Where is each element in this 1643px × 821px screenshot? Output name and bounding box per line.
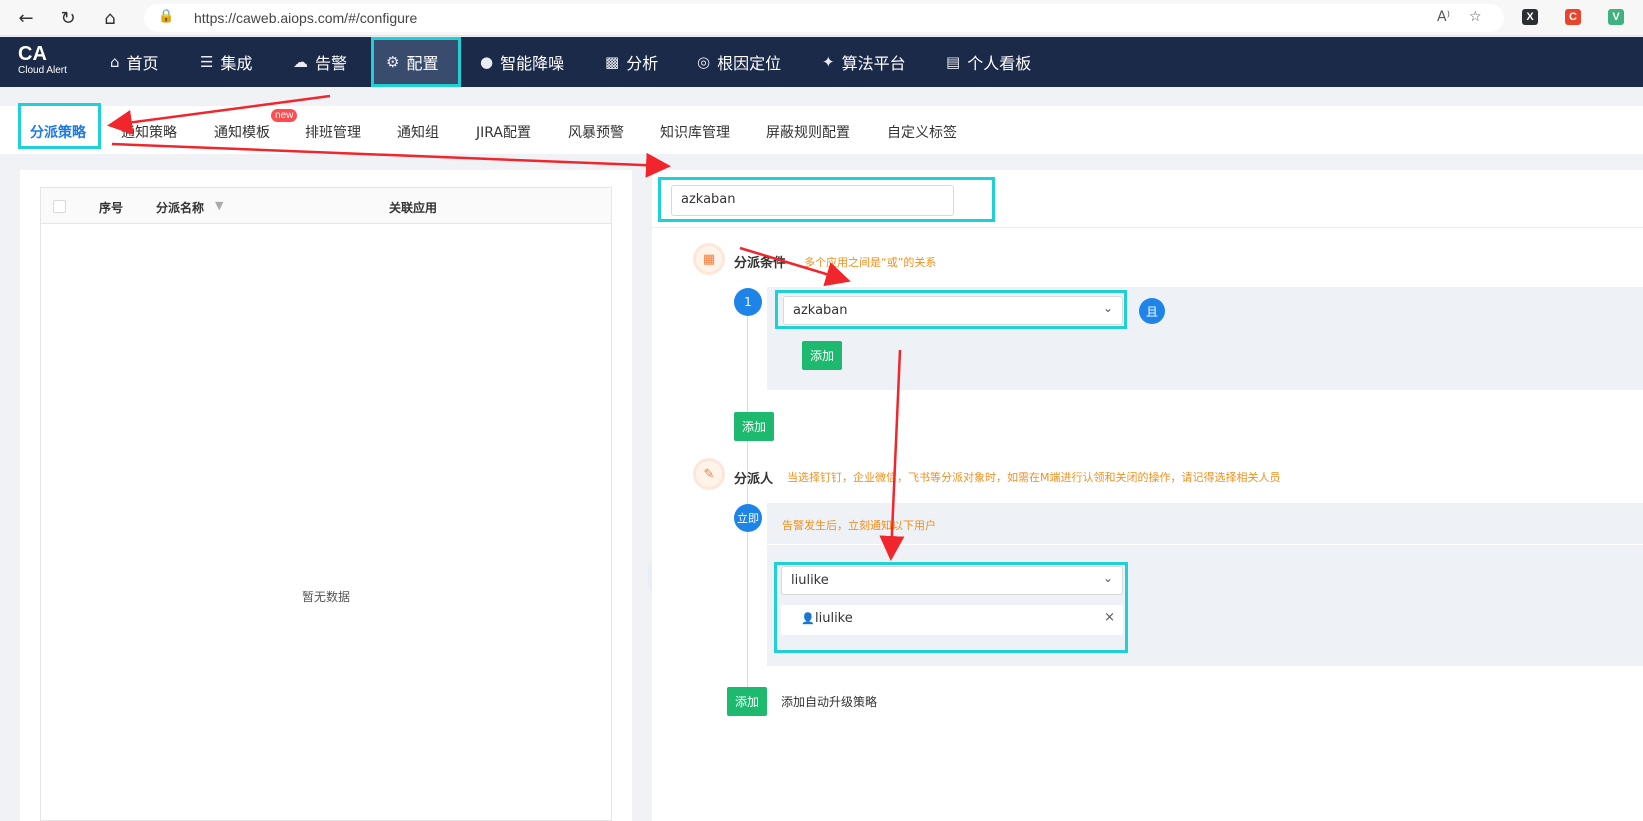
condition-title: 分派条件 [734, 256, 787, 271]
add-condition-button[interactable]: 添加 [734, 412, 774, 441]
nav-config[interactable]: ⚙ 配置 [371, 37, 461, 87]
nav-label: 配置 [406, 54, 439, 73]
nav-algorithm[interactable]: ✦ 算法平台 [822, 37, 906, 87]
tab-notify-group[interactable]: 通知组 [397, 122, 439, 142]
gear-icon: ⚙ [386, 53, 400, 71]
sub-tab-bar: 分派策略 通知策略 通知模板 排班管理 通知组 JIRA配置 风暴预警 知识库管… [0, 106, 1643, 154]
assignee-title: 分派人 [734, 472, 774, 487]
condition-hint: 多个应用之间是“或”的关系 [804, 256, 937, 269]
nav-label: 算法平台 [841, 54, 906, 73]
reload-icon[interactable]: ↻ [56, 6, 80, 30]
nav-analysis[interactable]: ▩ 分析 [605, 37, 658, 87]
assignee-section-icon: ✎ [696, 461, 722, 487]
empty-state: 暂无数据 [301, 590, 350, 604]
app-header: CA Cloud Alert ⌂ 首页 ☰ 集成 ☁ 告警 ⚙ 配置 ● 智能降噪 ▩ 分析… [0, 37, 1643, 87]
tab-notify-template[interactable]: 通知模板 [214, 122, 270, 142]
assignee-sub-hint: 告警发生后，立刻通知以下用户 [782, 519, 936, 532]
add-assignee-button[interactable]: 添加 [727, 687, 767, 716]
assignee-hint: 当选择钉钉，企业微信，飞书等分派对象时，如需在M端进行认领和关闭的操作，请记得选… [787, 471, 1281, 484]
layers-icon: ☰ [200, 53, 214, 71]
nav-label: 首页 [126, 54, 159, 73]
alarm-icon: ☁ [293, 53, 308, 71]
policy-table: 序号 分派名称 ▼ 关联应用 暂无数据 [40, 187, 612, 821]
tab-shield-rules[interactable]: 屏蔽规则配置 [766, 122, 850, 142]
nav-label: 集成 [220, 54, 253, 73]
nav-root-cause[interactable]: ◎ 根因定位 [697, 37, 781, 87]
table-header: 序号 分派名称 ▼ 关联应用 [41, 188, 611, 224]
nav-label: 根因定位 [717, 54, 782, 73]
nav-label: 智能降噪 [500, 54, 565, 73]
lock-icon: 🔒 [158, 9, 175, 24]
noise-reduction-icon: ● [480, 53, 494, 71]
highlight-box-name [658, 177, 995, 222]
condition-step-number: 1 [734, 288, 762, 316]
extension-vue-icon[interactable]: V [1608, 9, 1624, 25]
tab-custom-tags[interactable]: 自定义标签 [887, 122, 957, 142]
col-app: 关联应用 [389, 201, 438, 215]
url-text: https://caweb.aiops.com/#/configure [194, 10, 418, 26]
home-browser-icon[interactable]: ⌂ [98, 6, 122, 30]
read-aloud-icon[interactable]: A⁾ [1437, 9, 1450, 25]
nav-integration[interactable]: ☰ 集成 [200, 37, 252, 87]
nav-label: 告警 [315, 54, 348, 73]
bar-chart-icon: ▩ [605, 53, 620, 71]
add-escalation-link[interactable]: 添加自动升级策略 [781, 693, 877, 710]
assignee-step-label: 立即 [734, 504, 762, 532]
dashboard-icon: ▤ [946, 53, 961, 71]
tab-jira-config[interactable]: JIRA配置 [476, 122, 531, 142]
browser-toolbar: ← ↻ ⌂ 🔒 https://caweb.aiops.com/#/config… [0, 0, 1643, 36]
nav-dashboard[interactable]: ▤ 个人看板 [946, 37, 1031, 87]
extension-c-icon[interactable]: C [1565, 9, 1581, 25]
logo-sub: Cloud Alert [18, 65, 67, 76]
home-icon: ⌂ [110, 53, 120, 71]
select-all-checkbox[interactable] [53, 200, 66, 213]
logo-main: CA [18, 43, 47, 65]
tab-schedule[interactable]: 排班管理 [305, 122, 361, 142]
col-name: 分派名称 [156, 201, 205, 215]
extension-x-icon[interactable]: X [1522, 9, 1538, 25]
add-condition-value-button[interactable]: 添加 [802, 341, 842, 370]
nav-label: 分析 [626, 54, 659, 73]
tab-notify-policy[interactable]: 通知策略 [121, 122, 177, 142]
policy-edit-panel [652, 170, 1643, 821]
nav-noise-reduction[interactable]: ● 智能降噪 [480, 37, 564, 87]
logo[interactable]: CA Cloud Alert [18, 43, 67, 77]
favorite-star-icon[interactable]: ☆ [1469, 9, 1482, 25]
back-arrow-icon[interactable]: ← [14, 6, 38, 30]
algorithm-icon: ✦ [822, 53, 835, 71]
highlight-box-user [774, 562, 1128, 653]
address-bar[interactable]: 🔒 https://caweb.aiops.com/#/configure A⁾… [144, 4, 1504, 32]
col-index: 序号 [99, 201, 124, 215]
tab-knowledge-base[interactable]: 知识库管理 [660, 122, 730, 142]
highlight-box-app [775, 290, 1127, 329]
condition-section-icon: ▦ [696, 246, 722, 272]
highlight-box-tab [18, 103, 101, 149]
nav-home[interactable]: ⌂ 首页 [110, 37, 159, 87]
new-badge: new [271, 109, 298, 122]
nav-label: 个人看板 [967, 54, 1032, 73]
and-condition-button[interactable]: 且 [1139, 298, 1165, 324]
target-icon: ◎ [697, 53, 711, 71]
tab-storm-warning[interactable]: 风暴预警 [568, 122, 624, 142]
filter-icon[interactable]: ▼ [215, 199, 223, 212]
nav-alarm[interactable]: ☁ 告警 [293, 37, 347, 87]
